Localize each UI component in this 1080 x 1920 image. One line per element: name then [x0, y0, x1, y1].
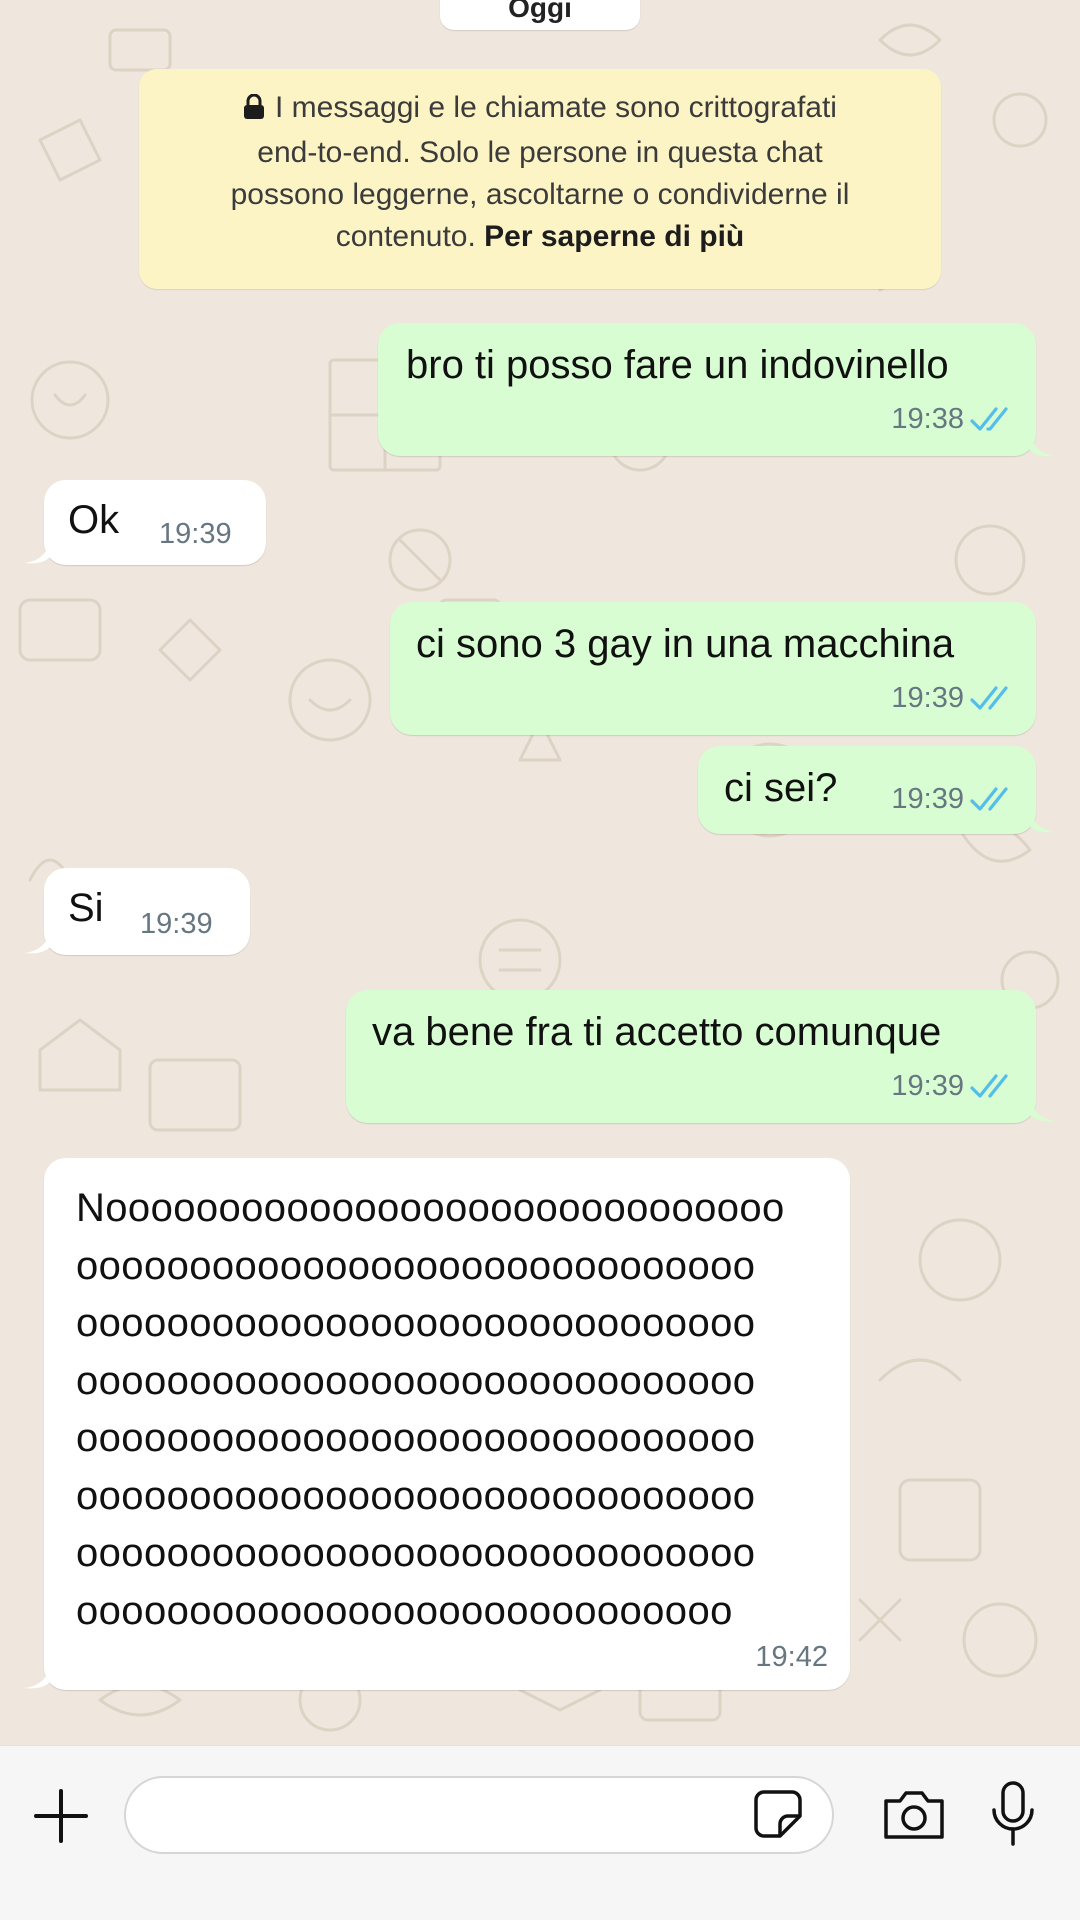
date-divider: Oggi — [440, 0, 640, 30]
message-incoming[interactable]: Noooooooooooooooooooooooooooooo oooooooo… — [44, 1158, 850, 1690]
message-incoming[interactable]: Ok 19:39 — [44, 480, 266, 565]
encryption-notice-text-4: contenuto. — [335, 220, 485, 253]
read-ticks-icon — [970, 786, 1008, 811]
bubble-tail — [24, 543, 50, 564]
encryption-notice[interactable]: I messaggi e le chiamate sono crittograf… — [139, 69, 941, 289]
message-text: ci sei? — [724, 766, 838, 810]
read-ticks-icon — [970, 1073, 1008, 1098]
bubble-tail — [1030, 1101, 1056, 1122]
plus-icon — [34, 1789, 88, 1843]
message-meta: 19:39 — [891, 1070, 1014, 1103]
camera-icon — [884, 1791, 944, 1839]
microphone-button[interactable] — [988, 1780, 1038, 1848]
message-incoming[interactable]: Si 19:39 — [44, 868, 250, 955]
sticker-icon — [754, 1790, 802, 1838]
sticker-button[interactable] — [752, 1788, 804, 1840]
encryption-notice-text-3: possono leggerne, ascoltarne o condivide… — [230, 178, 850, 211]
message-line: oooooooooooooooooooooooooooooo — [76, 1301, 756, 1345]
message-line: oooooooooooooooooooooooooooooo — [76, 1243, 756, 1288]
camera-button[interactable] — [880, 1787, 948, 1843]
message-time: 19:39 — [140, 908, 213, 940]
bubble-tail — [24, 1668, 50, 1689]
message-text: Ok — [68, 498, 120, 542]
message-text: va bene fra ti accetto comunque — [372, 1010, 942, 1054]
message-meta: 19:39 — [891, 783, 1014, 816]
message-outgoing[interactable]: va bene fra ti accetto comunque 19:39 — [346, 990, 1036, 1123]
message-time: 19:39 — [159, 518, 232, 550]
message-line: oooooooooooooooooooooooooooooo — [76, 1358, 756, 1403]
encryption-notice-text-2: end-to-end. Solo le persone in questa ch… — [257, 136, 823, 169]
learn-more-link[interactable]: Per saperne di più — [484, 220, 744, 253]
message-meta: 19:38 — [891, 403, 1014, 436]
message-time: 19:39 — [891, 682, 964, 714]
message-outgoing[interactable]: bro ti posso fare un indovinello 19:38 — [378, 323, 1036, 456]
message-text: bro ti posso fare un indovinello — [406, 343, 949, 387]
encryption-notice-line-1: I messaggi e le chiamate sono crittograf… — [169, 87, 911, 132]
message-line: oooooooooooooooooooooooooooooo — [76, 1531, 756, 1575]
encryption-notice-line-4: contenuto. Per saperne di più — [169, 216, 911, 258]
message-time: 19:38 — [891, 403, 964, 435]
message-line: oooooooooooooooooooooooooooooo — [76, 1473, 756, 1518]
message-time: 19:39 — [891, 1070, 964, 1102]
message-line: Noooooooooooooooooooooooooooooo — [76, 1186, 785, 1230]
message-text: Si — [68, 886, 104, 930]
microphone-icon — [992, 1781, 1034, 1846]
message-meta: 19:39 — [891, 682, 1014, 715]
message-text: Noooooooooooooooooooooooooooooo oooooooo… — [76, 1180, 785, 1640]
bubble-tail — [1030, 812, 1056, 833]
bubble-tail — [1030, 436, 1056, 457]
message-input[interactable] — [124, 1776, 834, 1854]
message-outgoing[interactable]: ci sono 3 gay in una macchina 19:39 — [390, 602, 1036, 735]
message-outgoing[interactable]: ci sei? 19:39 — [698, 746, 1036, 834]
message-text: ci sono 3 gay in una macchina — [416, 622, 955, 666]
bubble-tail — [24, 933, 50, 954]
lock-icon — [243, 90, 265, 132]
message-line: ooooooooooooooooooooooooooooo — [76, 1588, 733, 1633]
message-time: 19:39 — [891, 783, 964, 815]
read-ticks-icon — [970, 406, 1008, 431]
date-label: Oggi — [508, 0, 572, 23]
message-line: oooooooooooooooooooooooooooooo — [76, 1416, 756, 1460]
encryption-notice-text-1: I messaggi e le chiamate sono crittograf… — [275, 91, 837, 124]
message-time: 19:42 — [755, 1641, 828, 1673]
read-ticks-icon — [970, 685, 1008, 710]
attach-button[interactable] — [32, 1787, 90, 1845]
